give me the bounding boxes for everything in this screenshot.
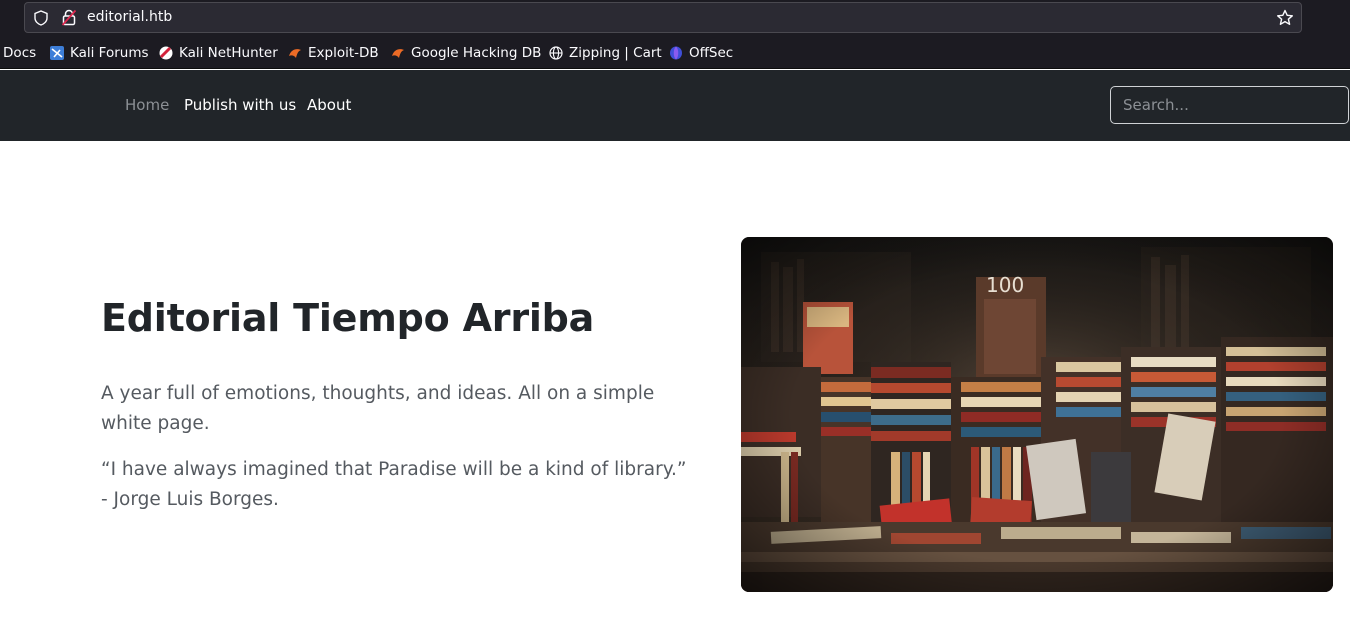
bookmark-kali-nethunter[interactable]: Kali NetHunter [159,44,278,62]
bookmark-label: Kali Forums [70,45,149,61]
search-input[interactable] [1110,86,1349,124]
globe-icon [549,46,563,60]
nav-about-link[interactable]: About [307,96,351,114]
bookmark-docs[interactable]: i Docs [0,44,36,62]
bookmark-label: i Docs [0,45,37,61]
page-title: Editorial Tiempo Arriba [101,296,595,340]
nav-publish-link[interactable]: Publish with us [184,96,296,114]
browser-toolbar: editorial.htb [0,0,1350,36]
shield-icon[interactable] [34,10,48,26]
hero-books-image: 100 [741,237,1333,592]
bookmark-exploit-db[interactable]: Exploit-DB [288,44,379,62]
bookmark-label: Zipping | Cart [569,45,662,61]
offsec-icon [670,46,682,60]
bookmark-star-icon[interactable] [1276,9,1294,27]
address-bar[interactable]: editorial.htb [24,2,1302,33]
bookmark-google-hacking-db[interactable]: Google Hacking DB [391,44,541,62]
bookmark-label: Kali NetHunter [179,45,278,61]
bookmarks-bar: i Docs Kali Forums Kali NetHunter Exploi… [0,36,1350,69]
bookmark-offsec[interactable]: OffSec [669,44,733,62]
bookmark-label: Google Hacking DB [411,45,542,61]
bookmark-label: Exploit-DB [308,45,379,61]
nav-home-link[interactable]: Home [125,96,169,114]
google-hacking-db-icon [392,49,404,58]
insecure-lock-icon[interactable] [62,9,76,26]
kali-nethunter-icon [159,46,173,60]
bookmark-label: OffSec [689,45,734,61]
url-text[interactable]: editorial.htb [87,9,172,25]
hero-quote-text: “I have always imagined that Paradise wi… [101,459,687,510]
exploit-db-icon [289,49,301,58]
hero-lead-text: A year full of emotions, thoughts, and i… [101,383,655,434]
bookmark-zipping-cart[interactable]: Zipping | Cart [549,44,662,62]
site-navbar: Home Publish with us About [0,70,1350,141]
bookmark-kali-forums[interactable]: Kali Forums [50,44,149,62]
kali-forums-icon [50,46,64,60]
